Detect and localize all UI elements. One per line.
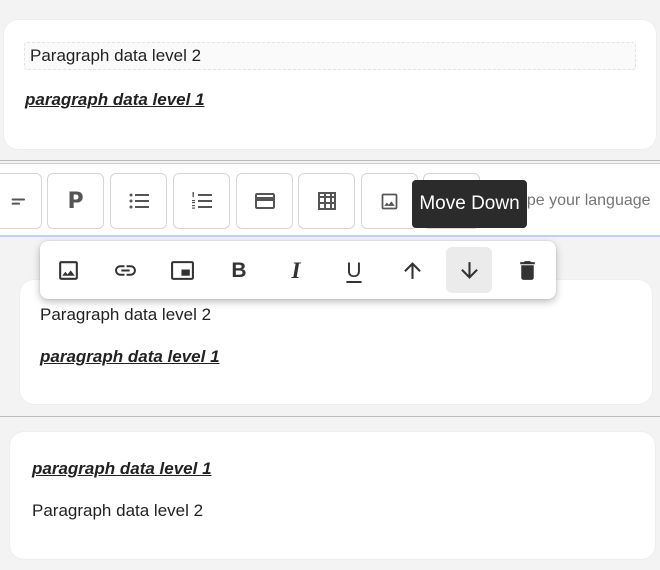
embed-button[interactable] [159,247,205,293]
underline-icon: U [346,258,362,282]
block-toolbar: P [0,163,660,237]
numbered-list-button[interactable] [173,173,230,229]
divider-button[interactable] [0,173,42,229]
content-block-1: Paragraph data level 2 paragraph data le… [4,20,656,149]
bold-button[interactable]: B [216,247,262,293]
language-input[interactable] [510,190,660,212]
arrow-down-icon [457,258,482,283]
underline-button[interactable]: U [331,247,377,293]
italic-button[interactable]: I [273,247,319,293]
move-up-button[interactable] [389,247,435,293]
table-button[interactable] [298,173,355,229]
bold-icon: B [231,258,247,282]
arrow-up-icon [400,258,425,283]
paragraph-button[interactable]: P [47,173,104,229]
move-down-button[interactable] [446,247,492,293]
move-down-tooltip: Move Down [412,180,527,228]
image-button[interactable] [361,173,418,229]
insert-link-button[interactable] [102,247,148,293]
divider-icon [0,191,30,211]
paragraph-level-1[interactable]: paragraph data level 1 [32,457,212,481]
trash-icon [515,258,540,283]
paragraph-level-2[interactable]: Paragraph data level 2 [24,42,636,70]
italic-icon: I [291,257,301,283]
picture-in-picture-icon [170,258,195,283]
card-icon [253,189,277,213]
content-block-3: paragraph data level 1 Paragraph data le… [10,432,655,559]
bullet-list-icon [127,189,151,213]
paragraph-level-2[interactable]: Paragraph data level 2 [40,303,211,327]
paragraph-level-2[interactable]: Paragraph data level 2 [32,499,203,523]
card-button[interactable] [236,173,293,229]
delete-button[interactable] [504,247,550,293]
tooltip-label: Move Down [419,193,520,214]
divider-line [0,160,660,161]
numbered-list-icon [190,189,214,213]
divider-line [0,416,660,417]
insert-image-button[interactable] [45,247,91,293]
link-icon [113,258,138,283]
bullet-list-button[interactable] [110,173,167,229]
image-icon [379,191,400,212]
image-icon [56,258,81,283]
paragraph-level-1[interactable]: paragraph data level 1 [40,345,220,369]
paragraph-icon: P [67,188,84,214]
table-icon [315,189,339,213]
floating-format-toolbar: B I U [40,241,556,299]
paragraph-level-1[interactable]: paragraph data level 1 [25,88,205,112]
